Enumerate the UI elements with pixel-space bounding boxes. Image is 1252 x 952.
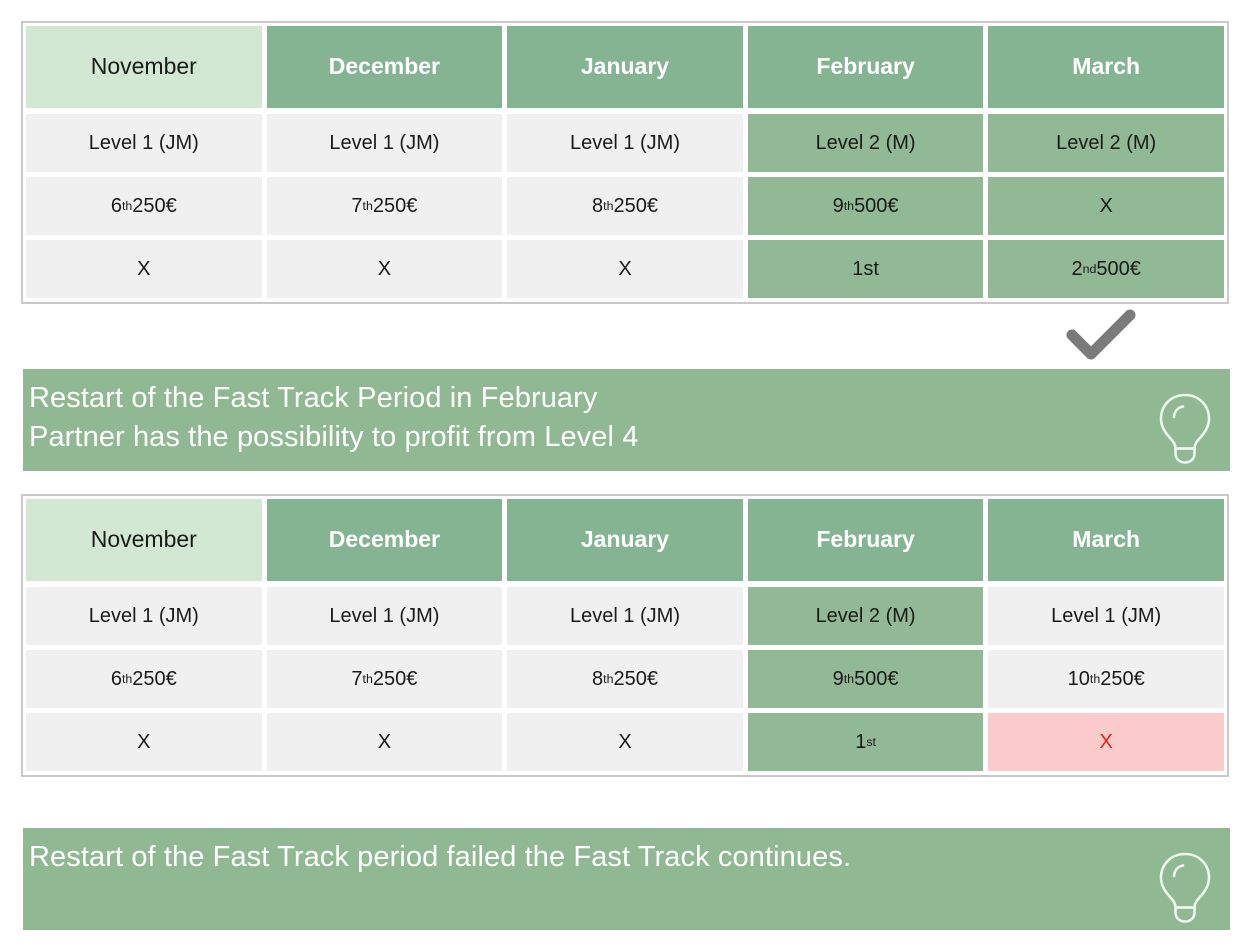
cell-value: 8 [592, 668, 604, 690]
table-2-row: Level 1 (JM) Level 1 (JM) Level 1 (JM) Leve… [26, 587, 1224, 645]
table-cell: Level 1 (JM) [26, 114, 262, 172]
cell-value: 7 [351, 195, 363, 217]
table-cell: Level 1 (JM) [507, 587, 743, 645]
table-2-row: 6th 250€ 7th 250€ 8th 250€ 9th 500€ 10th 250… [26, 650, 1224, 708]
lightbulb-icon [1154, 389, 1216, 467]
cell-value: 7 [351, 668, 363, 690]
table-cell: Level 2 (M) [747, 114, 984, 172]
info-banner-1: Restart of the Fast Track Period in Febr… [23, 369, 1230, 471]
cell-value: 9 [832, 195, 844, 217]
cell-amount: 250€ [132, 668, 177, 690]
table-cell: 2nd 500€ [988, 240, 1224, 298]
cell-value: 6 [110, 195, 122, 217]
table-1-row: 6th 250€ 7th 250€ 8th 250€ 9th 500€ X [26, 177, 1224, 235]
table-cell: 1st [747, 240, 984, 298]
cell-value: 2 [1071, 258, 1083, 280]
cell-value: 9 [832, 668, 844, 690]
cell-amount: 250€ [372, 668, 418, 690]
table-cell: Level 1 (JM) [266, 114, 503, 172]
info-banner-2-text: Restart of the Fast Track period failed … [29, 841, 852, 873]
cell-value: 1 [855, 731, 867, 753]
table-cell: Level 1 (JM) [507, 114, 743, 172]
table-cell: 9th 500€ [747, 177, 984, 235]
cell-value: 8 [592, 195, 604, 217]
table-cell: X [507, 240, 743, 298]
table-header-cell-january: January [507, 499, 743, 581]
table-cell: 6th 250€ [26, 650, 262, 708]
table-cell: X [26, 240, 262, 298]
table-header-cell-december: December [266, 26, 503, 108]
table-header-cell-november: November [26, 26, 262, 108]
cell-value: 10 [1067, 668, 1090, 690]
table-2-row: X X X 1st X [26, 713, 1224, 771]
table-cell: Level 1 (JM) [988, 587, 1224, 645]
fast-track-table-2: November December January February March Lev… [21, 494, 1229, 777]
cell-amount: 500€ [1096, 258, 1141, 280]
cell-amount: 250€ [613, 668, 658, 690]
cell-amount: 250€ [132, 195, 177, 217]
table-cell: Level 2 (M) [747, 587, 984, 645]
fast-track-table-1: November December January February March Lev… [21, 21, 1229, 304]
table-cell: 6th 250€ [26, 177, 262, 235]
table-cell: Level 1 (JM) [266, 587, 503, 645]
table-cell: Level 1 (JM) [26, 587, 262, 645]
table-cell: 1st [747, 713, 984, 771]
table-header-cell-february: February [747, 26, 984, 108]
table-cell: Level 2 (M) [988, 114, 1224, 172]
table-cell: X [988, 177, 1224, 235]
table-header-cell-february: February [747, 499, 984, 581]
cell-value: 6 [110, 668, 122, 690]
table-cell: 10th 250€ [988, 650, 1224, 708]
table-cell: X [266, 240, 503, 298]
table-header-cell-december: December [266, 499, 503, 581]
info-banner-1-text: Restart of the Fast Track Period in Febr… [29, 382, 639, 453]
table-cell: X [988, 713, 1224, 771]
table-cell: 7th 250€ [266, 650, 503, 708]
check-mark-icon [1066, 309, 1136, 361]
table-1-row: X X X 1st 2nd 500€ [26, 240, 1224, 298]
table-cell: X [26, 713, 262, 771]
table-cell: X [507, 713, 743, 771]
table-cell: 9th 500€ [747, 650, 984, 708]
table-cell: 7th 250€ [266, 177, 503, 235]
table-1-header-row: November December January February March [26, 26, 1224, 108]
lightbulb-icon [1154, 848, 1216, 926]
table-cell: 8th 250€ [507, 650, 743, 708]
cell-amount: 500€ [854, 195, 899, 217]
slide-canvas: November December January February March Lev… [0, 0, 1252, 952]
cell-amount: 250€ [1100, 668, 1145, 690]
table-header-cell-january: January [507, 26, 743, 108]
table-2-header-row: November December January February March [26, 499, 1224, 581]
cell-amount: 250€ [372, 195, 418, 217]
table-cell: X [266, 713, 503, 771]
info-banner-2: Restart of the Fast Track period failed … [23, 828, 1230, 930]
table-header-cell-march: March [988, 499, 1224, 581]
table-header-cell-november: November [26, 499, 262, 581]
table-cell: 8th 250€ [507, 177, 743, 235]
cell-amount: 250€ [613, 195, 658, 217]
table-1-row: Level 1 (JM) Level 1 (JM) Level 1 (JM) Leve… [26, 114, 1224, 172]
table-header-cell-march: March [988, 26, 1224, 108]
cell-amount: 500€ [854, 668, 899, 690]
